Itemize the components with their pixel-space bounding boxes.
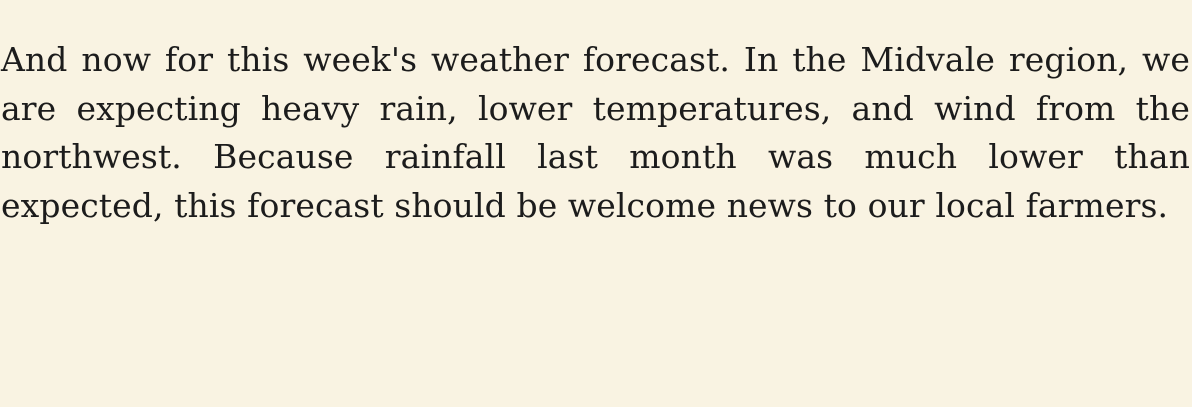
weather-forecast-paragraph: And now for this week's weather forecast… — [1, 40, 1190, 225]
document-page: And now for this week's weather forecast… — [0, 0, 1192, 407]
